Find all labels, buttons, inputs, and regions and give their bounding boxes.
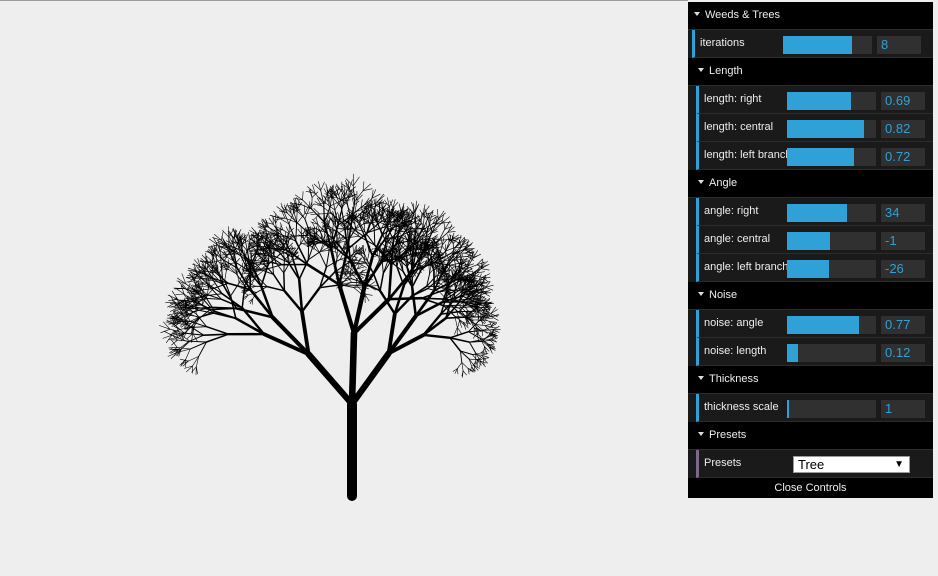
control-label: angle: left branch [704, 261, 789, 273]
folder-presets: Presets Presets Tree ▼ [688, 422, 933, 478]
tree-canvas [159, 173, 501, 501]
angle-left-branch-slider[interactable] [787, 260, 876, 278]
angle-right-slider[interactable] [787, 204, 876, 222]
control-length-right: length: right [696, 86, 933, 114]
triangle-down-icon [698, 376, 704, 381]
noise-length-input[interactable] [881, 344, 925, 362]
folder-angle: Angle angle: right angle: central angle: le… [688, 170, 933, 282]
thickness-scale-slider[interactable] [787, 400, 876, 418]
angle-central-input[interactable] [881, 232, 925, 250]
folder-thickness: Thickness thickness scale [688, 366, 933, 422]
folder-noise: Noise noise: angle noise: length [688, 282, 933, 366]
length-central-input[interactable] [881, 120, 925, 138]
control-label: thickness scale [704, 401, 779, 413]
control-angle-central: angle: central [696, 226, 933, 254]
presets-selected: Tree [798, 457, 825, 472]
slider-fill [787, 316, 860, 334]
control-length-left-branch: length: left branch [696, 142, 933, 170]
triangle-down-icon [698, 68, 704, 73]
iterations-slider[interactable] [783, 36, 872, 54]
folder-title-angle[interactable]: Angle [688, 170, 933, 198]
triangle-down-icon [698, 180, 704, 185]
noise-length-slider[interactable] [787, 344, 876, 362]
folder-title-label: Noise [709, 289, 738, 301]
control-label: length: central [704, 121, 774, 133]
folder-title-label: Weeds & Trees [705, 9, 780, 21]
slider-fill [787, 400, 789, 418]
presets-select[interactable]: Tree ▼ [793, 456, 910, 473]
folder-title-label: Angle [709, 177, 738, 189]
slider-fill [787, 204, 847, 222]
control-iterations: iterations [692, 30, 933, 58]
slider-fill [787, 120, 864, 138]
control-label: angle: right [704, 205, 759, 217]
length-left-branch-slider[interactable] [787, 148, 876, 166]
folder-length: Length length: right length: central length… [688, 58, 933, 170]
control-label: Presets [704, 457, 742, 469]
folder-title-presets[interactable]: Presets [688, 422, 933, 450]
folder-title-weeds-trees[interactable]: Weeds & Trees [688, 2, 933, 30]
control-label: noise: angle [704, 317, 764, 329]
control-label: length: left branch [704, 149, 792, 161]
control-label: iterations [700, 37, 745, 49]
dropdown-arrow-icon: ▼ [894, 459, 904, 470]
thickness-scale-input[interactable] [881, 400, 925, 418]
control-label: noise: length [704, 345, 767, 357]
control-presets: Presets Tree ▼ [696, 450, 933, 478]
slider-fill [787, 92, 852, 110]
control-label: length: right [704, 93, 762, 105]
slider-fill [787, 260, 829, 278]
slider-fill [787, 232, 830, 250]
triangle-down-icon [698, 432, 704, 437]
control-angle-right: angle: right [696, 198, 933, 226]
folder-title-thickness[interactable]: Thickness [688, 366, 933, 394]
control-thickness-scale: thickness scale [696, 394, 933, 422]
folder-title-noise[interactable]: Noise [688, 282, 933, 310]
iterations-input[interactable] [877, 36, 921, 54]
angle-left-branch-input[interactable] [881, 260, 925, 278]
length-right-input[interactable] [881, 92, 925, 110]
control-angle-left-branch: angle: left branch [696, 254, 933, 282]
length-left-branch-input[interactable] [881, 148, 925, 166]
control-length-central: length: central [696, 114, 933, 142]
folder-title-label: Presets [709, 429, 747, 441]
folder-title-label: Thickness [709, 373, 759, 385]
triangle-down-icon [698, 292, 704, 297]
close-controls-button[interactable]: Close Controls [688, 478, 933, 498]
length-central-slider[interactable] [787, 120, 876, 138]
slider-fill [783, 36, 853, 54]
control-noise-angle: noise: angle [696, 310, 933, 338]
control-noise-length: noise: length [696, 338, 933, 366]
length-right-slider[interactable] [787, 92, 876, 110]
angle-right-input[interactable] [881, 204, 925, 222]
noise-angle-input[interactable] [881, 316, 925, 334]
noise-angle-slider[interactable] [787, 316, 876, 334]
control-label: angle: central [704, 233, 771, 245]
folder-title-label: Length [709, 65, 743, 77]
triangle-down-icon [694, 12, 700, 17]
folder-weeds-trees: Weeds & Trees iterations Length length: r… [688, 2, 933, 478]
controls-panel: Weeds & Trees iterations Length length: r… [688, 2, 933, 498]
folder-title-length[interactable]: Length [688, 58, 933, 86]
slider-fill [787, 344, 798, 362]
slider-fill [787, 148, 854, 166]
angle-central-slider[interactable] [787, 232, 876, 250]
